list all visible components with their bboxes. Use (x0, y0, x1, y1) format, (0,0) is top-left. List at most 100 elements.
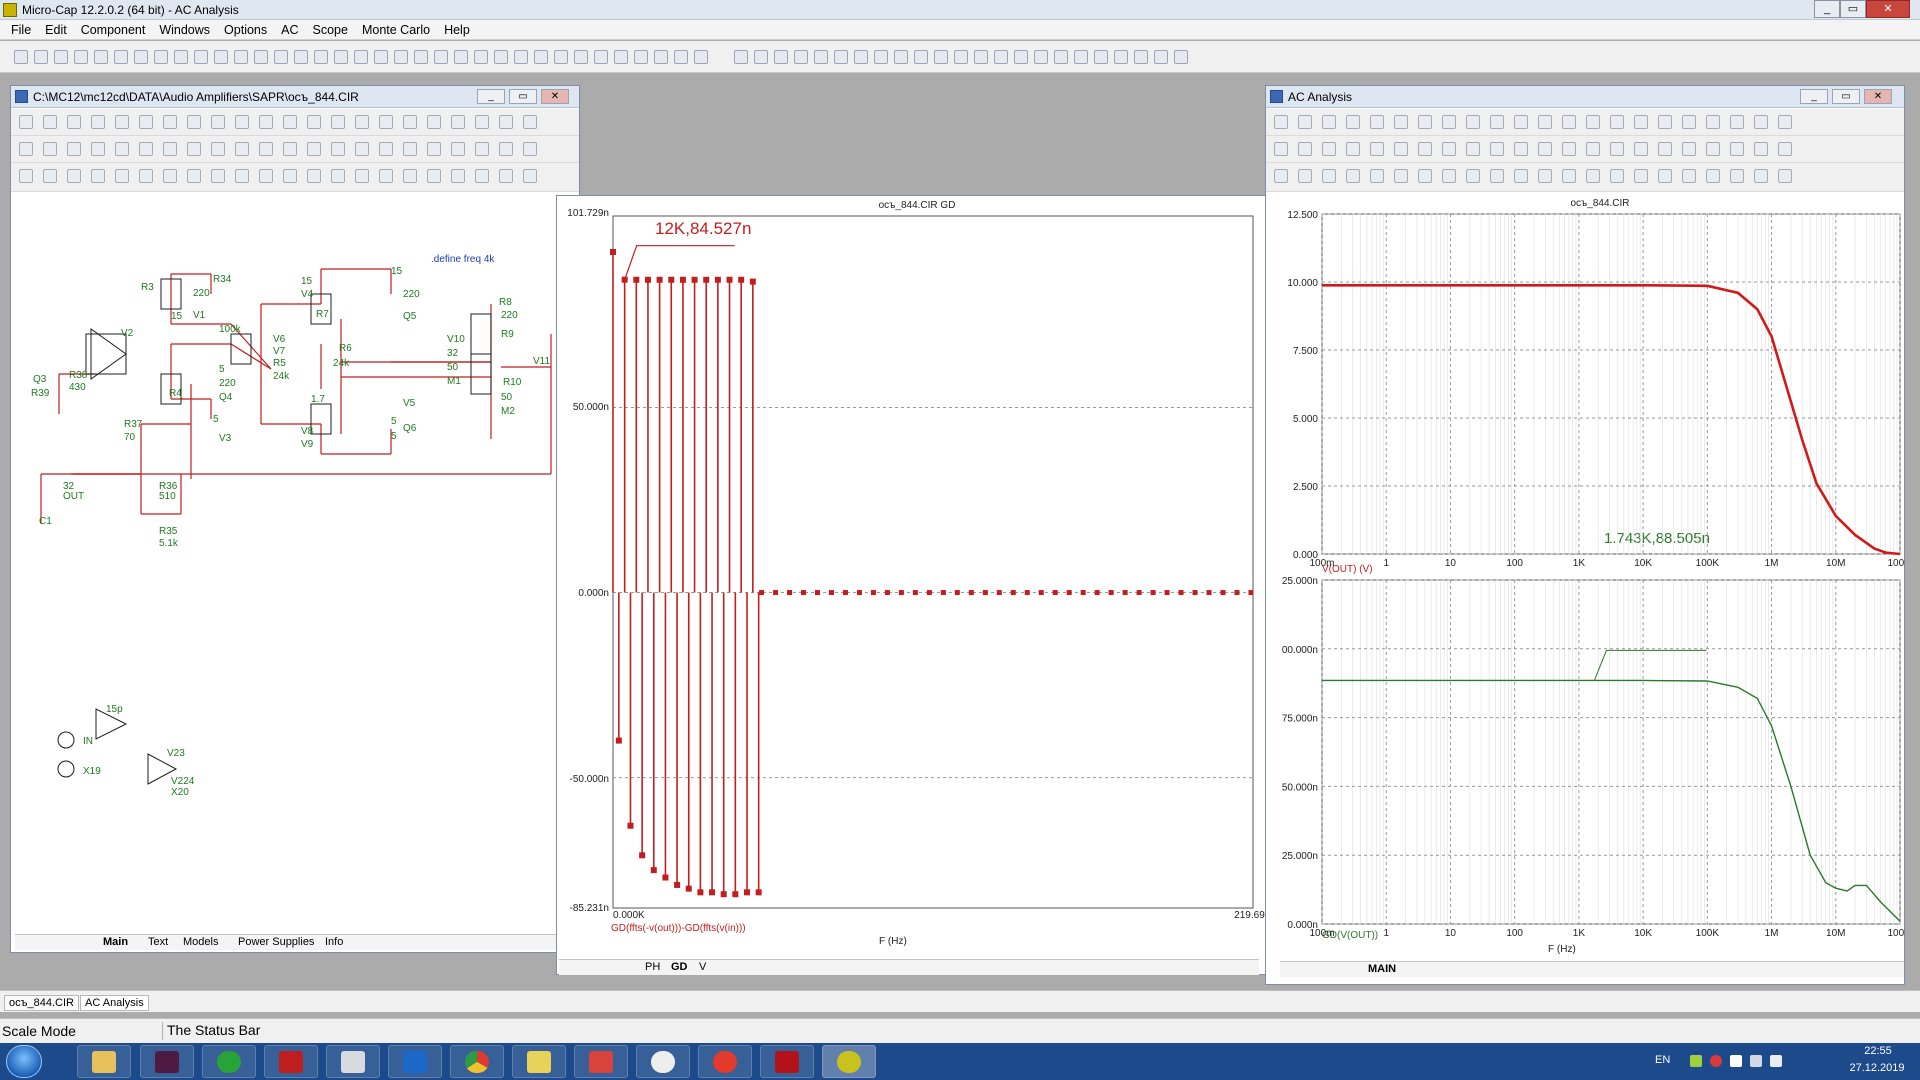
window-toolbar-button[interactable] (187, 142, 201, 156)
window-toolbar-button[interactable] (523, 115, 537, 129)
toolbar-button[interactable] (494, 50, 508, 64)
toolbar-button[interactable] (1174, 50, 1188, 64)
tab-text[interactable]: Text (148, 936, 168, 948)
window-toolbar-button[interactable] (19, 115, 33, 129)
window-toolbar-button[interactable] (1490, 142, 1504, 156)
window-toolbar-button[interactable] (1370, 142, 1384, 156)
window-toolbar-button[interactable] (1274, 115, 1288, 129)
window-toolbar-button[interactable] (1538, 115, 1552, 129)
window-toolbar-button[interactable] (475, 169, 489, 183)
menu-monte-carlo[interactable]: Monte Carlo (355, 20, 437, 39)
window-toolbar-button[interactable] (1586, 142, 1600, 156)
toolbar-button[interactable] (114, 50, 128, 64)
window-toolbar-button[interactable] (355, 115, 369, 129)
toolbar-button[interactable] (794, 50, 808, 64)
toolbar-button[interactable] (974, 50, 988, 64)
window-toolbar-button[interactable] (1778, 142, 1792, 156)
tab-ph[interactable]: PH (645, 961, 660, 973)
window-toolbar-button[interactable] (259, 169, 273, 183)
volume-tray-icon[interactable] (1770, 1055, 1782, 1067)
network-tray-icon[interactable] (1750, 1055, 1762, 1067)
window-toolbar-button[interactable] (1658, 142, 1672, 156)
taskbar-calculator[interactable] (326, 1045, 380, 1078)
window-toolbar-button[interactable] (475, 115, 489, 129)
window-toolbar-button[interactable] (1730, 115, 1744, 129)
window-toolbar-button[interactable] (91, 115, 105, 129)
toolbar-button[interactable] (394, 50, 408, 64)
toolbar-button[interactable] (254, 50, 268, 64)
window-toolbar-button[interactable] (163, 142, 177, 156)
window-toolbar-button[interactable] (1754, 169, 1768, 183)
taskbar-yandex[interactable] (698, 1045, 752, 1078)
toolbar-button[interactable] (174, 50, 188, 64)
toolbar-button[interactable] (194, 50, 208, 64)
ac-close-button[interactable]: ✕ (1864, 89, 1892, 104)
window-toolbar-button[interactable] (499, 169, 513, 183)
toolbar-button[interactable] (834, 50, 848, 64)
window-toolbar-button[interactable] (235, 115, 249, 129)
schematic-minimize-button[interactable]: _ (477, 89, 505, 104)
toolbar-button[interactable] (954, 50, 968, 64)
window-toolbar-button[interactable] (1490, 169, 1504, 183)
window-toolbar-button[interactable] (523, 142, 537, 156)
toolbar-button[interactable] (574, 50, 588, 64)
menu-options[interactable]: Options (217, 20, 274, 39)
toolbar-button[interactable] (94, 50, 108, 64)
window-toolbar-button[interactable] (1634, 115, 1648, 129)
gd-plot[interactable]: осъ_844.CIR GD 101.729n -85.231n 50.000n… (557, 196, 1265, 956)
tab-models[interactable]: Models (183, 936, 218, 948)
window-toolbar-button[interactable] (1610, 142, 1624, 156)
window-toolbar-button[interactable] (1298, 115, 1312, 129)
window-toolbar-button[interactable] (1538, 169, 1552, 183)
flag-tray-icon[interactable] (1730, 1055, 1742, 1067)
taskbar-indesign[interactable] (140, 1045, 194, 1078)
window-toolbar-button[interactable] (1322, 169, 1336, 183)
schematic-maximize-button[interactable]: ▭ (509, 89, 537, 104)
toolbar-button[interactable] (1074, 50, 1088, 64)
start-button[interactable] (6, 1045, 42, 1078)
window-toolbar-button[interactable] (1346, 142, 1360, 156)
toolbar-button[interactable] (1014, 50, 1028, 64)
toolbar-button[interactable] (134, 50, 148, 64)
window-toolbar-button[interactable] (403, 142, 417, 156)
tab-v[interactable]: V (699, 961, 706, 973)
window-toolbar-button[interactable] (283, 169, 297, 183)
toolbar-button[interactable] (434, 50, 448, 64)
tab-gd[interactable]: GD (671, 961, 688, 973)
window-toolbar-button[interactable] (1346, 169, 1360, 183)
window-toolbar-button[interactable] (1706, 169, 1720, 183)
taskbar-app-green[interactable] (202, 1045, 256, 1078)
window-toolbar-button[interactable] (355, 169, 369, 183)
toolbar-button[interactable] (514, 50, 528, 64)
window-toolbar-button[interactable] (1490, 115, 1504, 129)
taskbar-explorer[interactable] (77, 1045, 131, 1078)
window-toolbar-button[interactable] (1658, 115, 1672, 129)
window-toolbar-button[interactable] (427, 142, 441, 156)
doc-tab-circuit[interactable]: осъ_844.CIR (4, 995, 79, 1011)
window-toolbar-button[interactable] (403, 115, 417, 129)
window-toolbar-button[interactable] (139, 169, 153, 183)
window-toolbar-button[interactable] (1514, 169, 1528, 183)
toolbar-button[interactable] (994, 50, 1008, 64)
window-toolbar-button[interactable] (307, 142, 321, 156)
minimize-button[interactable]: _ (1814, 0, 1840, 18)
window-toolbar-button[interactable] (1322, 142, 1336, 156)
window-toolbar-button[interactable] (307, 115, 321, 129)
window-toolbar-button[interactable] (1586, 115, 1600, 129)
window-toolbar-button[interactable] (1298, 169, 1312, 183)
taskbar-microcap[interactable] (822, 1045, 876, 1078)
toolbar-button[interactable] (614, 50, 628, 64)
toolbar-button[interactable] (1154, 50, 1168, 64)
ac-minimize-button[interactable]: _ (1800, 89, 1828, 104)
window-toolbar-button[interactable] (427, 169, 441, 183)
toolbar-button[interactable] (934, 50, 948, 64)
toolbar-button[interactable] (774, 50, 788, 64)
window-toolbar-button[interactable] (1610, 115, 1624, 129)
toolbar-button[interactable] (34, 50, 48, 64)
toolbar-button[interactable] (694, 50, 708, 64)
window-toolbar-button[interactable] (1442, 142, 1456, 156)
toolbar-button[interactable] (1094, 50, 1108, 64)
window-toolbar-button[interactable] (1778, 115, 1792, 129)
window-toolbar-button[interactable] (1730, 142, 1744, 156)
close-button[interactable]: ✕ (1866, 0, 1910, 18)
